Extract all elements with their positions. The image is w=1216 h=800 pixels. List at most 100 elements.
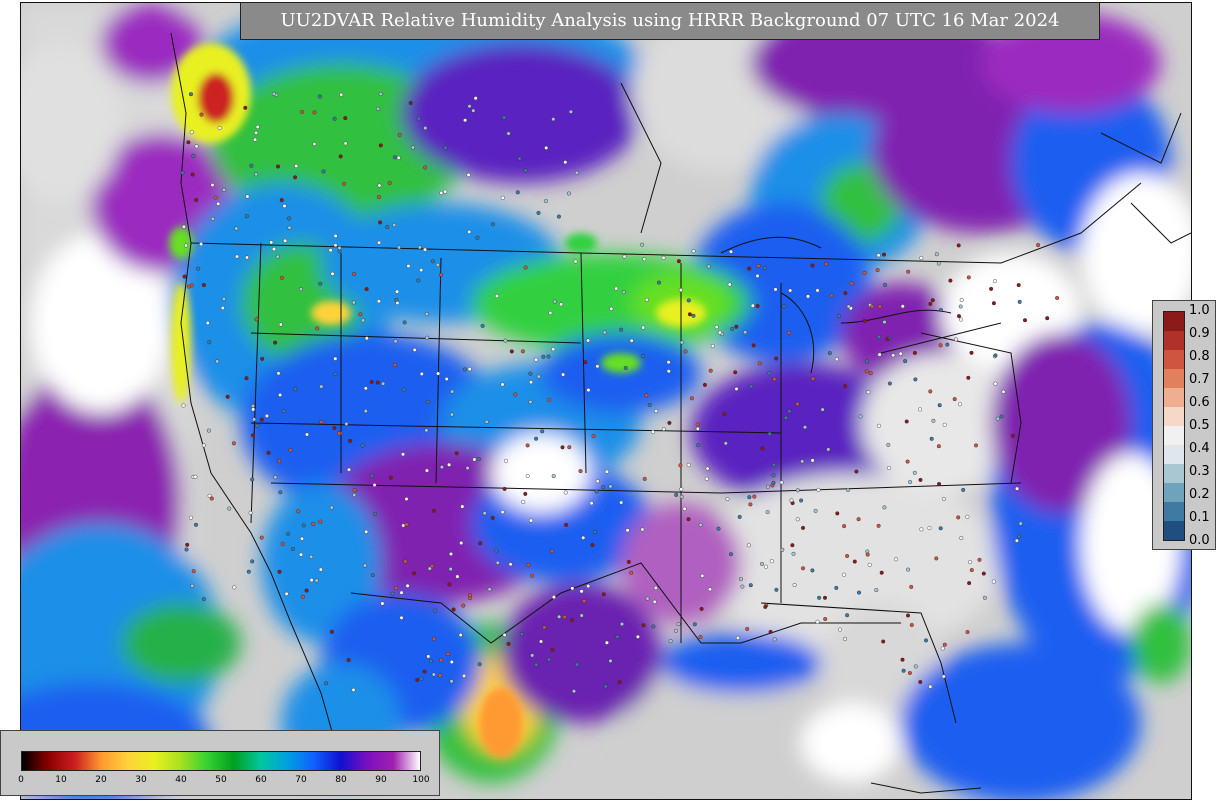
station-dot (936, 444, 941, 449)
station-dot (834, 585, 839, 590)
station-dot (1017, 534, 1022, 539)
station-dot (552, 299, 557, 304)
station-dot (190, 583, 195, 588)
station-dot (234, 226, 239, 231)
station-dot (502, 115, 507, 120)
station-dot (250, 559, 255, 564)
station-dot (248, 510, 253, 515)
station-dot (478, 541, 483, 546)
station-dot (321, 169, 326, 174)
station-dot (795, 401, 800, 406)
station-dot (468, 596, 473, 601)
station-dot (364, 529, 369, 534)
station-dot (1015, 486, 1020, 491)
station-dot (1036, 243, 1041, 248)
station-dot (305, 432, 310, 437)
station-dot (647, 402, 652, 407)
station-dot (339, 92, 344, 97)
station-dot (376, 194, 381, 199)
station-dot (698, 522, 703, 527)
station-dot (1014, 538, 1019, 543)
analysis-map (20, 2, 1192, 800)
station-dot (995, 416, 1000, 421)
station-dot (351, 687, 356, 692)
station-dot (803, 425, 808, 430)
station-dot (799, 498, 804, 503)
station-dot (765, 510, 770, 515)
station-dot (729, 552, 734, 557)
station-dot (586, 584, 591, 589)
station-dot (626, 559, 631, 564)
station-dot (792, 583, 797, 588)
station-dot (433, 608, 438, 613)
station-dot (299, 109, 304, 114)
station-dot (919, 255, 924, 260)
station-dot (298, 287, 303, 292)
station-dot (930, 298, 935, 303)
station-dot (529, 518, 534, 523)
station-dot (402, 320, 407, 325)
station-dot (868, 371, 873, 376)
station-dot (751, 343, 756, 348)
station-dot (760, 561, 765, 566)
station-dot (918, 407, 923, 412)
station-dot (974, 443, 979, 448)
station-dot (679, 487, 684, 492)
station-dot (523, 168, 528, 173)
station-dot (755, 273, 760, 278)
station-dot (333, 233, 338, 238)
station-dot (894, 557, 899, 562)
station-dot (201, 443, 206, 448)
station-dot (216, 201, 221, 206)
station-dot (817, 595, 822, 600)
station-dot (484, 419, 489, 424)
station-dot (449, 412, 454, 417)
station-dot (352, 272, 357, 277)
station-dot (459, 541, 464, 546)
station-dot (674, 492, 679, 497)
station-dot (749, 384, 754, 389)
station-dot (460, 504, 465, 509)
station-dot (928, 301, 933, 306)
station-dot (378, 143, 383, 148)
station-dot (846, 304, 851, 309)
station-dot (700, 573, 705, 578)
station-dot (958, 304, 963, 309)
station-dot (642, 257, 647, 262)
colorbar-tick-label: 0.8 (1189, 349, 1210, 364)
station-dot (264, 413, 269, 418)
station-dot (795, 517, 800, 522)
station-dot (566, 191, 571, 196)
station-dot (908, 480, 913, 485)
station-dot (243, 105, 248, 110)
station-dot (965, 514, 970, 519)
station-dot (601, 592, 606, 597)
station-dot (589, 501, 594, 506)
station-dot (254, 130, 259, 135)
station-dot (810, 458, 815, 463)
station-dot (370, 573, 375, 578)
station-dot (447, 582, 452, 587)
station-dot (324, 681, 329, 686)
station-dot (771, 473, 776, 478)
station-dot (260, 356, 265, 361)
station-dot (645, 596, 650, 601)
station-dot (397, 132, 402, 137)
station-dot (465, 466, 470, 471)
station-dot (757, 361, 762, 366)
station-dot (449, 660, 454, 665)
station-dot (810, 263, 815, 268)
station-dot (490, 515, 495, 520)
station-dot (586, 338, 591, 343)
station-dot (629, 570, 634, 575)
station-dot (490, 222, 495, 227)
station-dot (332, 116, 337, 121)
station-dot (301, 523, 306, 528)
station-dot (623, 366, 628, 371)
station-dot (651, 624, 656, 629)
station-dot (654, 409, 659, 414)
station-dot (678, 463, 683, 468)
station-dot (417, 245, 422, 250)
station-dot (342, 181, 347, 186)
station-dot (521, 499, 526, 504)
